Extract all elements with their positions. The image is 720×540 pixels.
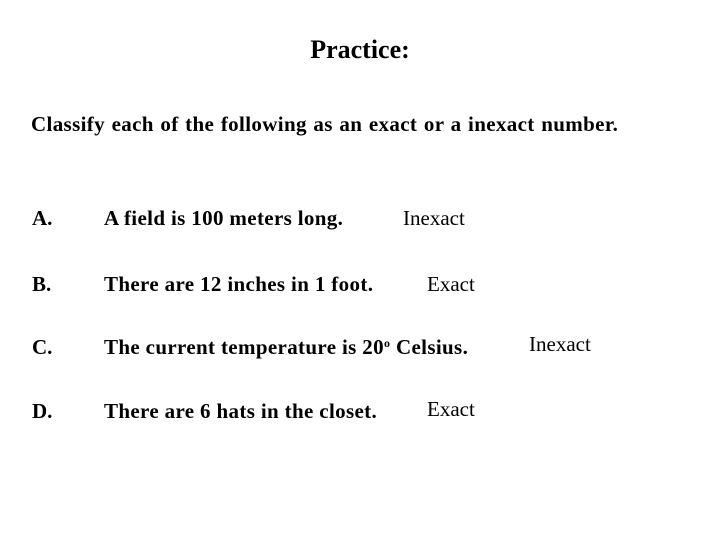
item-answer: Exact <box>427 397 475 421</box>
item-statement: There are 6 hats in the closet. <box>104 399 378 423</box>
item-letter: D. <box>32 399 53 423</box>
instruction-text: Classify each of the following as an exa… <box>31 112 619 136</box>
item-answer: Inexact <box>403 206 465 230</box>
item-statement-before: The current temperature is 20 <box>104 335 384 359</box>
item-letter: C. <box>32 335 53 359</box>
item-letter: A. <box>32 206 53 230</box>
item-letter: B. <box>32 272 52 296</box>
item-statement: The current temperature is 20o Celsius. <box>104 333 468 361</box>
item-statement-after: Celsius. <box>390 335 469 359</box>
item-statement: A field is 100 meters long. <box>104 206 344 230</box>
item-answer: Exact <box>427 272 475 296</box>
item-statement: There are 12 inches in 1 foot. <box>104 272 374 296</box>
page-title: Practice: <box>310 35 410 64</box>
item-answer: Inexact <box>529 332 591 356</box>
